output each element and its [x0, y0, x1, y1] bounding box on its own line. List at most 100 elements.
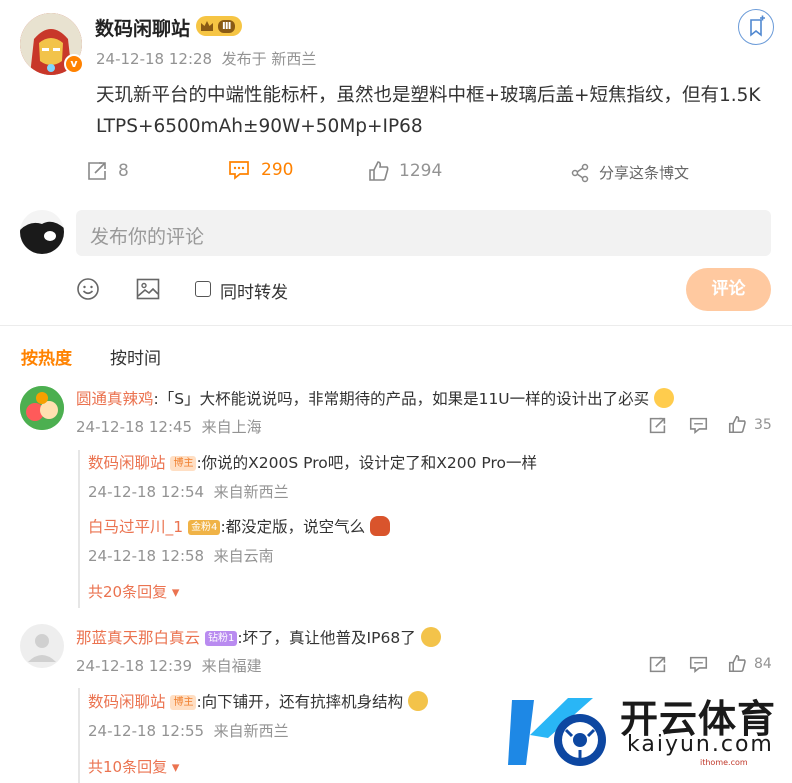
- comment-body: 那蓝真天那白真云 钻粉1:坏了，真让他普及IP68了: [76, 626, 441, 648]
- my-avatar[interactable]: [20, 210, 64, 254]
- comment-count: 290: [261, 160, 294, 180]
- watermark-logo: [508, 690, 618, 775]
- share-label: 分享这条博文: [599, 164, 690, 182]
- verified-badge-icon: v: [64, 54, 84, 74]
- crown-icon: [201, 21, 213, 31]
- level-number: Ⅲ: [218, 19, 236, 33]
- emoji-drool-icon: [654, 388, 675, 408]
- comment-like-count: 35: [754, 416, 772, 433]
- reply-time: 24-12-18 12:58: [88, 547, 205, 565]
- comment-like-count: 84: [754, 655, 772, 672]
- repost-count: 8: [118, 161, 129, 181]
- share-icon: [571, 163, 589, 182]
- comment-time: 24-12-18 12:45: [76, 418, 193, 436]
- commenter-avatar[interactable]: [20, 624, 64, 668]
- comment-meta: 24-12-18 12:45 来自上海: [76, 416, 262, 437]
- image-icon: [136, 278, 160, 300]
- reply-meta: 24-12-18 12:58 来自云南: [88, 545, 274, 566]
- repost-icon: [649, 417, 666, 434]
- commenter-name[interactable]: 那蓝真天那白真云: [76, 629, 200, 647]
- more-replies-link[interactable]: 共10条回复 ▾: [88, 756, 179, 777]
- comment-time: 24-12-18 12:39: [76, 657, 193, 675]
- reply-meta: 24-12-18 12:54 来自新西兰: [88, 481, 289, 502]
- emoji-bag-icon: [370, 516, 391, 536]
- fan-tag: 金粉4: [188, 520, 221, 535]
- emoji-dog-icon: [408, 691, 429, 711]
- comment-input[interactable]: 发布你的评论: [76, 210, 771, 256]
- comment-button[interactable]: 290: [228, 159, 293, 181]
- commenter-avatar[interactable]: [20, 386, 64, 430]
- follow-button[interactable]: [738, 9, 774, 45]
- reply-body: 数码闲聊站 博主:你说的X200S Pro吧，设计定了和X200 Pro一样: [88, 451, 537, 473]
- thumbs-up-icon: [369, 161, 389, 181]
- repost-checkbox[interactable]: [195, 281, 211, 297]
- post-author-name[interactable]: 数码闲聊站: [95, 14, 190, 41]
- author-tag: 博主: [170, 456, 197, 471]
- divider: [0, 325, 792, 326]
- add-follow-icon: [750, 15, 765, 37]
- emoji-button[interactable]: [76, 277, 100, 301]
- comment-icon: [229, 161, 249, 180]
- reply-location: 来自新西兰: [213, 722, 289, 740]
- comment-location: 来自福建: [201, 657, 262, 675]
- image-button[interactable]: [136, 278, 160, 300]
- reply-time: 24-12-18 12:55: [88, 722, 205, 740]
- reply-location: 来自云南: [213, 547, 274, 565]
- like-button[interactable]: 1294: [368, 160, 442, 182]
- reply-text: :你说的X200S Pro吧，设计定了和X200 Pro一样: [196, 454, 537, 472]
- more-replies-link[interactable]: 共20条回复 ▾: [88, 581, 179, 602]
- more-replies-label: 共20条回复: [88, 583, 168, 601]
- like-count: 1294: [399, 161, 443, 181]
- more-replies-label: 共10条回复: [88, 758, 168, 776]
- comment-icon: [689, 656, 708, 674]
- reply-body: 白马过平川_1 金粉4:都没定版，说空气么: [88, 515, 391, 537]
- thumbs-up-icon: [728, 654, 746, 673]
- repost-checkbox-label[interactable]: 同时转发: [220, 278, 288, 303]
- repost-icon: [649, 656, 666, 673]
- share-button[interactable]: 分享这条博文: [570, 162, 689, 183]
- comment-repost-button[interactable]: [648, 655, 667, 674]
- repost-button[interactable]: 8: [86, 160, 129, 182]
- reply-text: :都没定版，说空气么: [220, 518, 366, 536]
- author-tag: 博主: [170, 695, 197, 710]
- comment-reply-button[interactable]: [689, 655, 708, 674]
- comment-text: :坏了，真让他普及IP68了: [237, 629, 416, 647]
- tab-sort-hot[interactable]: 按热度: [21, 344, 72, 369]
- comment-like-button[interactable]: 35: [728, 415, 772, 434]
- reply-meta: 24-12-18 12:55 来自新西兰: [88, 720, 289, 741]
- comment-like-button[interactable]: 84: [728, 654, 772, 673]
- reply-text: :向下铺开，还有抗摔机身结构: [196, 693, 404, 711]
- post-timestamp: 24-12-18 12:28: [96, 50, 213, 68]
- commenter-name[interactable]: 圆通真辣鸡: [76, 390, 154, 408]
- comment-body: 圆通真辣鸡:「S」大杯能说说吗，非常期待的产品，如果是11U一样的设计出了必买: [76, 387, 786, 409]
- emoji-icon: [77, 278, 99, 300]
- comment-meta: 24-12-18 12:39 来自福建: [76, 655, 262, 676]
- comment-icon: [689, 417, 708, 435]
- post-time: 24-12-18 12:28 发布于 新西兰: [96, 48, 316, 69]
- comment-reply-button[interactable]: [689, 416, 708, 435]
- post-content-line: LTPS+6500mAh±90W+50Mp+IP68: [96, 116, 423, 137]
- emoji-dog-icon: [420, 627, 441, 647]
- comment-repost-button[interactable]: [648, 416, 667, 435]
- comment-text: :「S」大杯能说说吗，非常期待的产品，如果是11U一样的设计出了必买: [153, 390, 650, 408]
- reply-location: 来自新西兰: [213, 483, 289, 501]
- watermark-small: ithome.com: [700, 758, 748, 767]
- post-source: 发布于 新西兰: [221, 50, 317, 68]
- tab-sort-time[interactable]: 按时间: [110, 344, 161, 369]
- replier-name[interactable]: 数码闲聊站: [88, 693, 166, 711]
- replier-name[interactable]: 白马过平川_1: [88, 518, 183, 536]
- replier-name[interactable]: 数码闲聊站: [88, 454, 166, 472]
- reply-thread: [78, 688, 80, 783]
- submit-comment-button[interactable]: 评论: [686, 268, 771, 311]
- post-content: 天玑新平台的中端性能标杆，虽然也是塑料中框+玻璃后盖+短焦指纹，但有1.5K L…: [96, 80, 786, 142]
- post-content-line: 天玑新平台的中端性能标杆，虽然也是塑料中框+玻璃后盖+短焦指纹，但有1.5K: [96, 85, 761, 106]
- watermark-domain: kaiyun.com: [627, 732, 774, 757]
- level-badge: Ⅲ: [196, 16, 242, 36]
- repost-icon: [88, 162, 106, 180]
- caret-down-icon: ▾: [171, 583, 180, 601]
- reply-time: 24-12-18 12:54: [88, 483, 205, 501]
- reply-body: 数码闲聊站 博主:向下铺开，还有抗摔机身结构: [88, 690, 429, 712]
- caret-down-icon: ▾: [171, 758, 180, 776]
- comment-location: 来自上海: [201, 418, 262, 436]
- thumbs-up-icon: [728, 415, 746, 434]
